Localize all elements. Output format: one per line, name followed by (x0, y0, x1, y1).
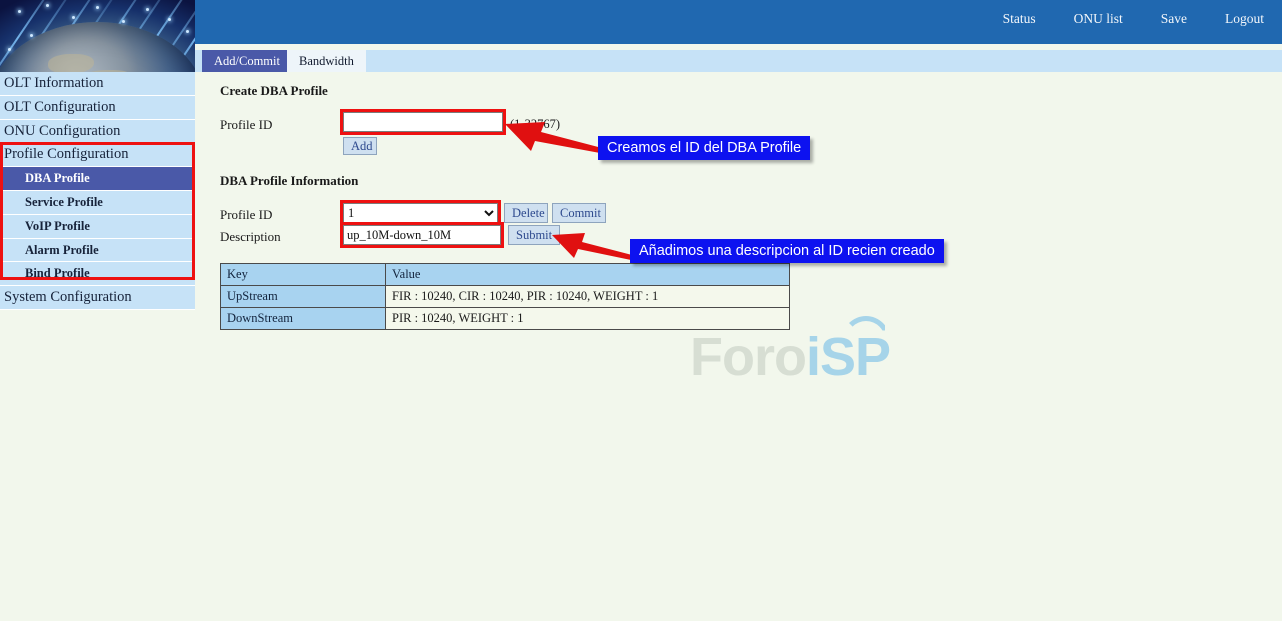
table-cell-value-downstream: PIR : 10240, WEIGHT : 1 (386, 308, 790, 330)
submit-button[interactable]: Submit (508, 225, 560, 245)
topnav-onu-list-link[interactable]: ONU list (1074, 11, 1123, 27)
sidebar-item-olt-information[interactable]: OLT Information (0, 72, 195, 96)
table-cell-key-downstream: DownStream (221, 308, 386, 330)
create-section-title: Create DBA Profile (220, 83, 328, 99)
create-profile-id-input[interactable] (343, 112, 503, 132)
sidebar-menu: OLT Information OLT Configuration ONU Co… (0, 72, 195, 304)
sidebar-item-bind-profile[interactable]: Bind Profile (0, 262, 195, 286)
table-cell-key-upstream: UpStream (221, 286, 386, 308)
sidebar-item-service-profile[interactable]: Service Profile (0, 191, 195, 215)
callout-add-description: Añadimos una descripcion al ID recien cr… (630, 239, 944, 263)
tab-add-commit[interactable]: Add/Commit (202, 50, 292, 72)
table-header-key: Key (221, 264, 386, 286)
header-banner-image (0, 0, 195, 72)
wifi-arc-icon (842, 316, 890, 340)
table-row: UpStream FIR : 10240, CIR : 10240, PIR :… (221, 286, 790, 308)
table-header-value: Value (386, 264, 790, 286)
info-description-input[interactable] (343, 225, 501, 245)
globe-graphic (0, 22, 195, 72)
topnav-save-link[interactable]: Save (1161, 11, 1187, 27)
info-profile-id-label: Profile ID (220, 207, 272, 223)
tab-strip: Add/Commit Bandwidth (195, 50, 1282, 72)
table-row: DownStream PIR : 10240, WEIGHT : 1 (221, 308, 790, 330)
watermark-isp: iSP (806, 327, 890, 387)
add-button[interactable]: Add (343, 137, 377, 155)
info-profile-id-select[interactable]: 1 (343, 203, 498, 223)
topnav-logout-link[interactable]: Logout (1225, 11, 1264, 27)
info-description-label: Description (220, 229, 281, 245)
watermark-foro: Foro (690, 327, 806, 387)
delete-button[interactable]: Delete (504, 203, 548, 223)
top-navigation-bar: Status ONU list Save Logout (195, 0, 1282, 44)
topnav-status-link[interactable]: Status (1003, 11, 1036, 27)
tab-bandwidth[interactable]: Bandwidth (287, 50, 366, 72)
main-content: Add/Commit Bandwidth Create DBA Profile … (195, 44, 1282, 621)
dba-profile-table: Key Value UpStream FIR : 10240, CIR : 10… (220, 263, 790, 330)
top-nav-links: Status ONU list Save Logout (1003, 11, 1264, 27)
app-root: Status ONU list Save Logout OLT Informat… (0, 0, 1282, 621)
callout-create-id: Creamos el ID del DBA Profile (598, 136, 810, 160)
sidebar-item-olt-configuration[interactable]: OLT Configuration (0, 96, 195, 120)
sidebar-item-dba-profile[interactable]: DBA Profile (0, 167, 195, 191)
sidebar-item-onu-configuration[interactable]: ONU Configuration (0, 120, 195, 144)
sidebar-item-voip-profile[interactable]: VoIP Profile (0, 215, 195, 239)
sidebar-item-profile-configuration[interactable]: Profile Configuration (0, 143, 195, 167)
profile-id-range-hint: (1-32767) (510, 117, 560, 132)
watermark-text: ForoiSP (690, 326, 890, 388)
commit-button[interactable]: Commit (552, 203, 606, 223)
sidebar-item-alarm-profile[interactable]: Alarm Profile (0, 239, 195, 263)
table-header-row: Key Value (221, 264, 790, 286)
sidebar-item-system-configuration[interactable]: System Configuration (0, 286, 195, 310)
create-profile-id-label: Profile ID (220, 117, 272, 133)
table-cell-value-upstream: FIR : 10240, CIR : 10240, PIR : 10240, W… (386, 286, 790, 308)
info-section-title: DBA Profile Information (220, 173, 358, 189)
